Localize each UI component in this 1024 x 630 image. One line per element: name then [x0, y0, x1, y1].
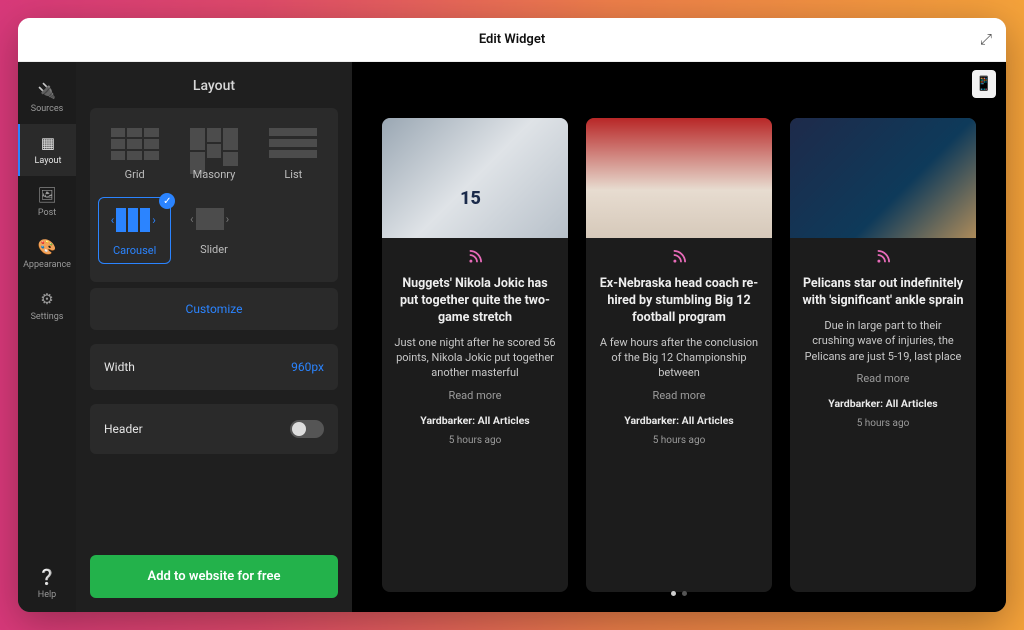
gear-icon: ⚙: [40, 290, 53, 308]
layout-option-list[interactable]: List: [257, 122, 330, 187]
rss-icon: [394, 250, 556, 268]
plug-icon: 🔌: [38, 82, 57, 100]
card-description: A few hours after the conclusion of the …: [598, 335, 760, 381]
mobile-icon: 📱: [975, 76, 992, 92]
layout-option-label: List: [284, 168, 302, 181]
rss-icon: [802, 250, 964, 268]
layout-options-group: Grid Masonry List ✓: [90, 108, 338, 282]
nav-help[interactable]: ❔ Help: [18, 558, 76, 612]
slider-thumb-icon: ‹›: [190, 203, 238, 235]
layout-panel: Layout Grid Masonry L: [76, 62, 352, 612]
layout-option-masonry[interactable]: Masonry: [177, 122, 250, 187]
nav-layout[interactable]: ▦ Layout: [18, 124, 76, 176]
panel-scroll[interactable]: Grid Masonry List ✓: [76, 108, 352, 541]
feed-card[interactable]: Nuggets' Nikola Jokic has put together q…: [382, 118, 568, 592]
read-more-link[interactable]: Read more: [598, 389, 760, 402]
app-window: Edit Widget ⤢ 🔌 Sources ▦ Layout 🖼 Post …: [18, 18, 1006, 612]
sidebar-nav: 🔌 Sources ▦ Layout 🖼 Post 🎨 Appearance ⚙…: [18, 62, 76, 612]
nav-label: Post: [38, 208, 56, 218]
card-title: Nuggets' Nikola Jokic has put together q…: [394, 276, 556, 327]
dot[interactable]: [682, 591, 687, 596]
layout-option-label: Carousel: [113, 244, 156, 257]
width-setting-row[interactable]: Width 960px: [90, 344, 338, 390]
add-to-website-button[interactable]: Add to website for free: [90, 555, 338, 598]
nav-label: Appearance: [23, 260, 71, 270]
card-image: [790, 118, 976, 238]
layout-option-slider[interactable]: ‹› Slider: [177, 197, 250, 264]
masonry-thumb-icon: [190, 128, 238, 160]
layout-option-carousel[interactable]: ✓ ‹› Carousel: [98, 197, 171, 264]
nav-post[interactable]: 🖼 Post: [18, 176, 76, 228]
read-more-link[interactable]: Read more: [394, 389, 556, 402]
image-icon: 🖼: [37, 186, 56, 204]
card-source: Yardbarker: All Articles: [394, 414, 556, 427]
width-label: Width: [104, 360, 135, 374]
rss-icon: [598, 250, 760, 268]
layout-icon: ▦: [41, 134, 55, 152]
nav-label: Help: [38, 590, 56, 600]
card-source: Yardbarker: All Articles: [802, 397, 964, 410]
card-title: Pelicans star out indefinitely with 'sig…: [802, 276, 964, 310]
card-description: Due in large part to their crushing wave…: [802, 318, 964, 364]
list-thumb-icon: [269, 128, 317, 160]
nav-sources[interactable]: 🔌 Sources: [18, 72, 76, 124]
panel-title: Layout: [76, 62, 352, 108]
carousel-dots[interactable]: [671, 591, 687, 596]
card-time: 5 hours ago: [394, 435, 556, 446]
card-time: 5 hours ago: [598, 435, 760, 446]
read-more-link[interactable]: Read more: [802, 372, 964, 385]
palette-icon: 🎨: [38, 238, 57, 256]
nav-label: Settings: [31, 312, 64, 322]
help-icon: ❔: [38, 568, 57, 586]
layout-option-grid[interactable]: Grid: [98, 122, 171, 187]
card-source: Yardbarker: All Articles: [598, 414, 760, 427]
nav-settings[interactable]: ⚙ Settings: [18, 280, 76, 332]
width-value: 960px: [291, 360, 324, 374]
expand-icon[interactable]: ⤢: [980, 30, 992, 48]
page-title: Edit Widget: [479, 32, 545, 47]
preview-canvas: 📱 Nuggets' Nikola Jokic has put together…: [352, 62, 1006, 612]
app-body: 🔌 Sources ▦ Layout 🖼 Post 🎨 Appearance ⚙…: [18, 62, 1006, 612]
nav-appearance[interactable]: 🎨 Appearance: [18, 228, 76, 280]
carousel-thumb-icon: ‹›: [111, 204, 159, 236]
header-setting-row: Header: [90, 404, 338, 454]
card-time: 5 hours ago: [802, 418, 964, 429]
card-image: [382, 118, 568, 238]
feed-card[interactable]: Ex-Nebraska head coach re-hired by stumb…: [586, 118, 772, 592]
dot[interactable]: [671, 591, 676, 596]
check-icon: ✓: [159, 193, 175, 209]
titlebar: Edit Widget ⤢: [18, 18, 1006, 62]
header-toggle[interactable]: [290, 420, 324, 438]
layout-option-label: Slider: [200, 243, 228, 256]
layout-option-label: Masonry: [193, 168, 236, 181]
layout-option-label: Grid: [125, 168, 145, 181]
card-title: Ex-Nebraska head coach re-hired by stumb…: [598, 276, 760, 327]
nav-label: Layout: [35, 156, 62, 166]
nav-label: Sources: [31, 104, 64, 114]
feed-card[interactable]: Pelicans star out indefinitely with 'sig…: [790, 118, 976, 592]
grid-thumb-icon: [111, 128, 159, 160]
card-description: Just one night after he scored 56 points…: [394, 335, 556, 381]
device-preview-toggle[interactable]: 📱: [972, 70, 996, 98]
header-label: Header: [104, 422, 143, 436]
card-image: [586, 118, 772, 238]
customize-button[interactable]: Customize: [90, 288, 338, 330]
